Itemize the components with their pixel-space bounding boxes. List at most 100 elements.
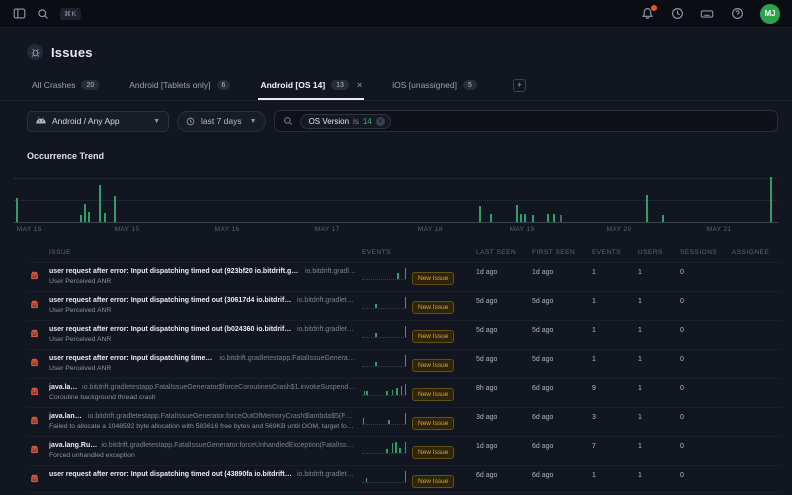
issue-row[interactable]: user request after error: Input dispatch… xyxy=(27,465,782,492)
issue-row[interactable]: user request after error: Input dispatch… xyxy=(27,262,782,291)
last-seen-value: 6d ago xyxy=(476,470,526,481)
column-header[interactable]: ASSIGNEE xyxy=(732,249,782,256)
sparkline-bar xyxy=(375,333,377,337)
help-icon[interactable] xyxy=(730,7,744,21)
users-count: 1 xyxy=(638,354,674,365)
issue-row[interactable]: user request after error: Input dispatch… xyxy=(27,291,782,320)
tab[interactable]: All Crashes 20 xyxy=(30,74,101,100)
first-seen-value: 5d ago xyxy=(532,354,586,365)
users-count: 1 xyxy=(638,296,674,307)
chart-bar xyxy=(524,214,526,222)
events-count: 1 xyxy=(592,267,632,278)
status-badge: New Issue xyxy=(412,330,454,343)
sparkline-end-marker xyxy=(405,326,407,337)
chart-bar xyxy=(99,185,101,222)
column-header[interactable]: FIRST SEEN xyxy=(532,249,586,256)
search-icon[interactable] xyxy=(36,7,50,21)
first-seen-value: 6d ago xyxy=(532,470,586,481)
crash-robot-icon xyxy=(30,329,39,338)
history-icon[interactable] xyxy=(670,7,684,21)
sparkline-bar xyxy=(386,449,388,453)
events-sparkline xyxy=(362,471,406,483)
sparkline-bar xyxy=(399,448,401,453)
chart-bar xyxy=(646,195,648,222)
crash-robot-icon xyxy=(30,416,39,425)
issue-row[interactable]: user request after error: Input dispatch… xyxy=(27,349,782,378)
events-count: 7 xyxy=(592,441,632,452)
sparkline-end-marker xyxy=(405,384,407,395)
chip-operator: is xyxy=(353,117,359,126)
x-axis-tick-label: MAY 15 xyxy=(17,226,42,233)
sparkline-bar xyxy=(366,391,368,395)
events-sparkline xyxy=(362,326,406,338)
issue-location: io.bitdrift.gradletesta... xyxy=(297,296,356,306)
issue-location: io.bitdrift.gradletestapp.FatalIssueGene… xyxy=(101,441,356,451)
sessions-count: 0 xyxy=(680,383,726,394)
first-seen-value: 1d ago xyxy=(532,267,586,278)
chart-bar xyxy=(16,198,18,222)
chart-bar xyxy=(114,196,116,222)
sparkline-bar xyxy=(397,273,399,279)
gridline xyxy=(14,200,778,201)
add-tab-button[interactable]: + xyxy=(513,79,526,92)
crash-robot-icon xyxy=(30,387,39,396)
filter-bar: Android / Any App ▼ last 7 days ▼ OS Ver… xyxy=(0,101,792,141)
sparkline-bar xyxy=(366,478,368,482)
column-header[interactable]: EVENTS xyxy=(592,249,632,256)
user-avatar[interactable]: MJ xyxy=(760,4,780,24)
sparkline-bar xyxy=(392,390,394,395)
users-count: 1 xyxy=(638,412,674,423)
column-header[interactable]: ISSUE xyxy=(49,249,356,256)
chart-bar xyxy=(88,212,90,222)
issue-subtitle: User Perceived ANR xyxy=(49,335,356,345)
chevron-down-icon: ▼ xyxy=(153,118,160,125)
keyboard-shortcut-badge: ⌘K xyxy=(60,8,81,20)
chart-plot-area[interactable] xyxy=(14,173,778,223)
issue-row[interactable]: java.lang.RuntimeException io.bitdrift.g… xyxy=(27,378,782,407)
android-icon xyxy=(36,116,46,126)
chart-bar xyxy=(770,177,772,222)
chip-remove-icon[interactable]: × xyxy=(376,117,385,126)
keyboard-icon[interactable] xyxy=(700,7,714,21)
issue-location: io.bitdrift.gradletesta... xyxy=(297,325,356,335)
app-selector-dropdown[interactable]: Android / Any App ▼ xyxy=(27,111,169,132)
tab[interactable]: Android [Tablets only] 6 xyxy=(127,74,232,100)
issue-title: user request after error: Input dispatch… xyxy=(49,354,215,364)
column-header[interactable]: EVENTS xyxy=(362,249,406,256)
os-version-filter-chip[interactable]: OS Version is 14 × xyxy=(300,114,391,129)
column-header[interactable]: USERS xyxy=(638,249,674,256)
issue-row[interactable]: java.lang.RuntimeException io.bitdrift.g… xyxy=(27,436,782,465)
issue-subtitle: Failed to allocate a 1048592 byte alloca… xyxy=(49,422,356,432)
users-count: 1 xyxy=(638,383,674,394)
notifications-bell-icon[interactable] xyxy=(640,7,654,21)
chart-bar xyxy=(662,215,664,222)
chart-bar xyxy=(553,214,555,222)
issue-location: io.bitdrift.gradletestapp.FatalIssueGene… xyxy=(219,354,356,364)
sparkline-end-marker xyxy=(405,297,407,308)
issue-subtitle: User Perceived ANR xyxy=(49,306,356,316)
status-badge: New Issue xyxy=(412,417,454,430)
tab[interactable]: Android [OS 14] 13 × xyxy=(258,74,364,100)
column-header[interactable]: SESSIONS xyxy=(680,249,726,256)
gridline xyxy=(14,178,778,179)
sessions-count: 0 xyxy=(680,441,726,452)
column-header[interactable]: LAST SEEN xyxy=(476,249,526,256)
tab-close-icon[interactable]: × xyxy=(357,80,362,90)
page-title: Issues xyxy=(51,45,93,60)
time-range-value: last 7 days xyxy=(201,116,242,126)
filter-search-input[interactable]: OS Version is 14 × xyxy=(274,110,778,132)
sparkline-end-marker xyxy=(405,355,407,366)
issue-row[interactable]: java.lang.OutOfMemoryError io.bitdrift.g… xyxy=(27,407,782,436)
first-seen-value: 6d ago xyxy=(532,441,586,452)
crash-robot-icon xyxy=(30,300,39,309)
issue-row[interactable]: user request after error: Input dispatch… xyxy=(27,320,782,349)
issue-title: user request after error: Input dispatch… xyxy=(49,470,293,480)
crash-robot-icon xyxy=(30,474,39,483)
sidebar-toggle-icon[interactable] xyxy=(12,7,26,21)
first-seen-value: 5d ago xyxy=(532,325,586,336)
issue-subtitle: Coroutine background thread crash xyxy=(49,393,356,403)
x-axis-tick-label: MAY 21 xyxy=(707,226,732,233)
time-range-dropdown[interactable]: last 7 days ▼ xyxy=(177,111,266,132)
tab[interactable]: iOS [unassigned] 5 xyxy=(390,74,479,100)
chart-bar xyxy=(104,213,106,222)
